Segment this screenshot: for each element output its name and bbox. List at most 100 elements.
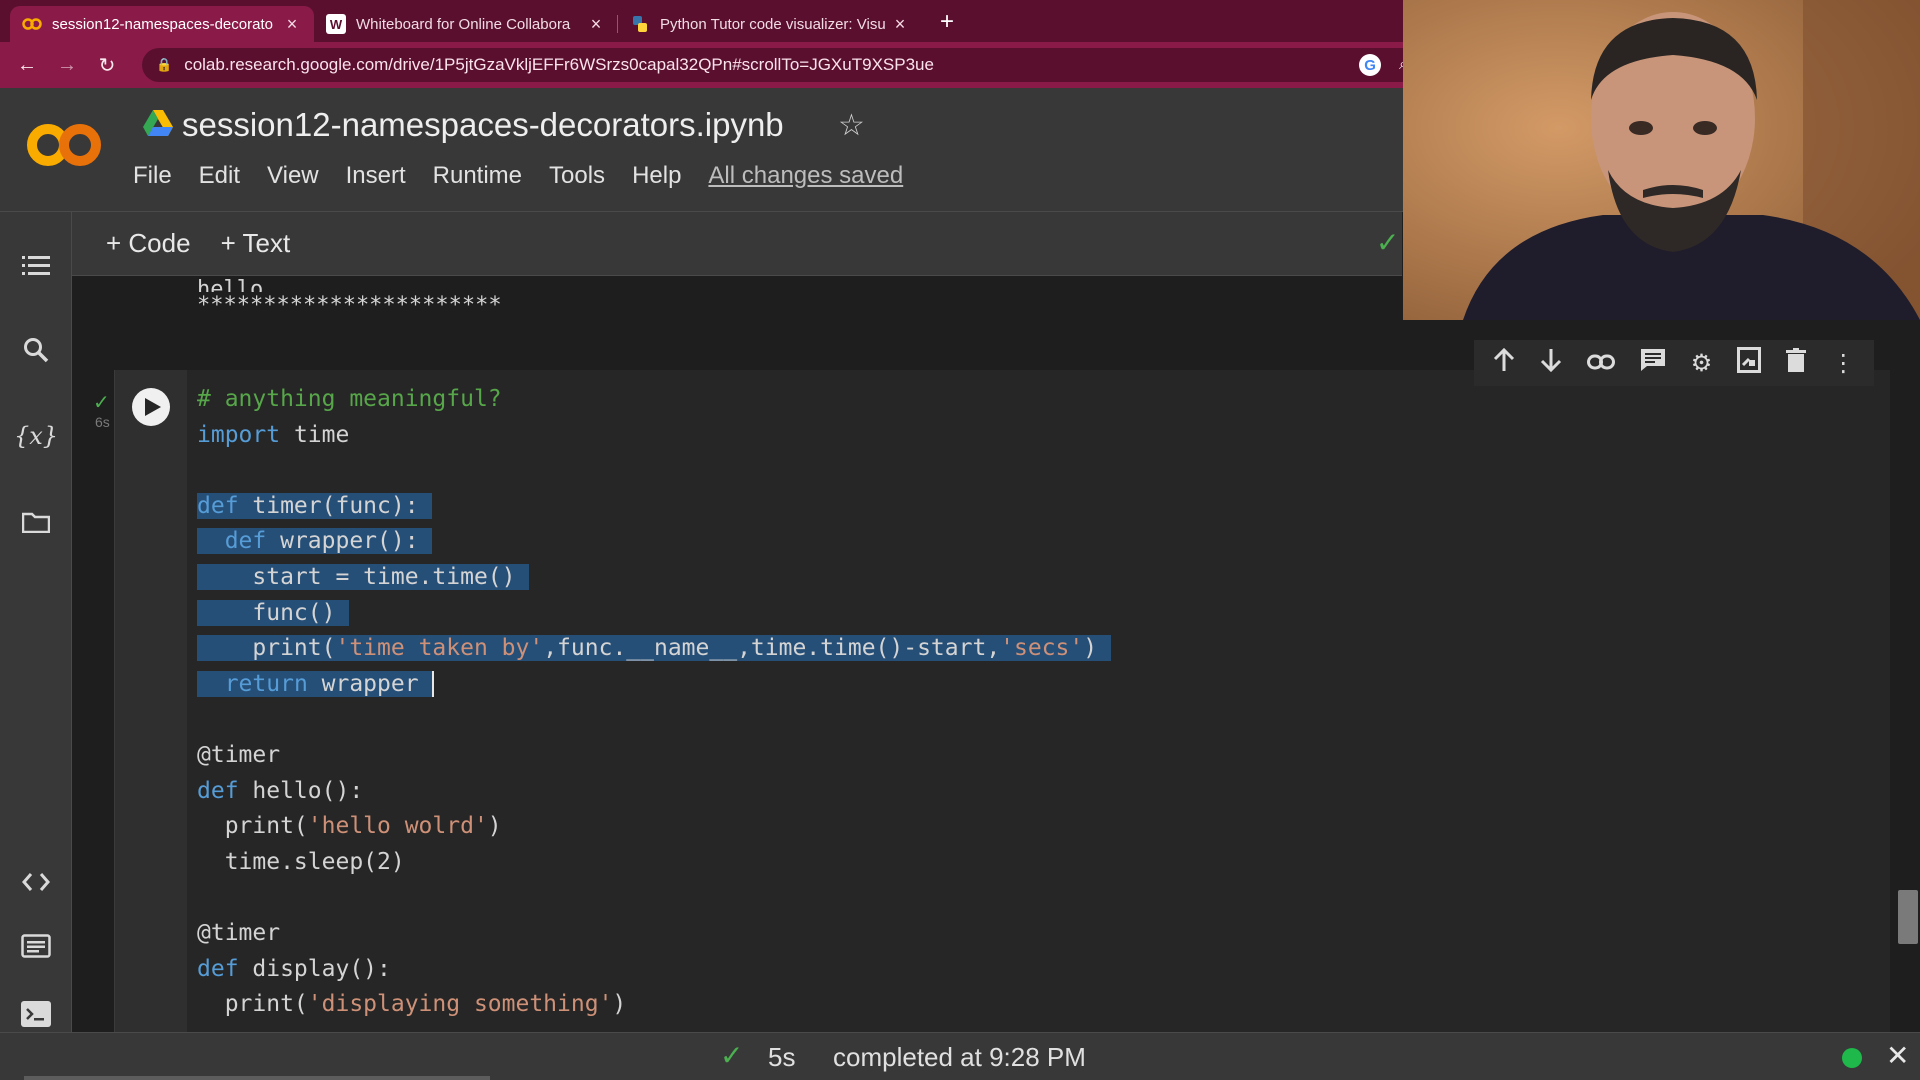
table-of-contents-icon[interactable]: [16, 246, 56, 286]
colab-icon: [22, 14, 42, 34]
code-line[interactable]: return wrapper: [197, 667, 1111, 703]
code-token: wrapper: [307, 670, 419, 697]
previous-cell-output: hello ***********************: [197, 276, 502, 320]
menu-runtime[interactable]: Runtime: [433, 162, 522, 190]
mirror-cell-icon[interactable]: [1737, 346, 1762, 380]
colab-logo[interactable]: [26, 120, 102, 170]
code-token: ,func.__name__,time.time()-start,: [543, 635, 1001, 662]
code-token: ): [1083, 635, 1098, 662]
code-line[interactable]: print('time taken by',func.__name__,time…: [197, 631, 1111, 667]
google-drive-icon[interactable]: [143, 110, 173, 136]
tab-title: Whiteboard for Online Collabora: [356, 15, 571, 33]
comment-icon[interactable]: [1640, 348, 1666, 379]
code-line[interactable]: time.sleep(2): [197, 845, 1111, 881]
code-line[interactable]: def wrapper():: [197, 524, 1111, 560]
reload-icon[interactable]: ↻: [90, 48, 124, 82]
search-icon[interactable]: [16, 330, 56, 370]
forward-arrow-icon[interactable]: →: [50, 48, 84, 82]
close-tab-icon[interactable]: ×: [890, 14, 910, 35]
more-icon[interactable]: ⋮: [1831, 349, 1855, 378]
code-line[interactable]: [197, 702, 1111, 738]
star-icon[interactable]: ☆: [838, 108, 865, 143]
menu-help[interactable]: Help: [632, 162, 681, 190]
output-line: hello: [197, 277, 264, 292]
code-token: 'time taken by': [335, 635, 544, 662]
google-icon[interactable]: G: [1359, 54, 1382, 76]
code-line[interactable]: @timer: [197, 738, 1111, 774]
link-icon[interactable]: [1586, 349, 1615, 377]
menu-edit[interactable]: Edit: [199, 162, 240, 190]
code-token: 'secs': [1000, 635, 1084, 662]
code-line[interactable]: func(): [197, 596, 1111, 632]
menu-tools[interactable]: Tools: [549, 162, 605, 190]
folder-icon[interactable]: [16, 502, 56, 542]
notebook-title[interactable]: session12-namespaces-decorators.ipynb: [182, 106, 784, 144]
code-token: @timer: [197, 919, 281, 946]
command-palette-icon[interactable]: [16, 926, 56, 966]
scrollbar-thumb[interactable]: [1898, 890, 1918, 944]
tab-title: session12-namespaces-decorato: [52, 15, 273, 33]
webcam-overlay: [1403, 0, 1920, 320]
close-tab-icon[interactable]: ×: [586, 14, 606, 35]
code-line[interactable]: def hello():: [197, 774, 1111, 810]
code-line[interactable]: start = time.time(): [197, 560, 1111, 596]
code-token: func(): [197, 599, 336, 626]
move-down-icon[interactable]: [1540, 348, 1562, 379]
menu-view[interactable]: View: [267, 162, 319, 190]
code-line[interactable]: # anything meaningful?: [197, 382, 1111, 418]
add-text-button[interactable]: + Text: [221, 228, 291, 259]
terminal-icon[interactable]: [16, 994, 56, 1034]
code-line[interactable]: [197, 880, 1111, 916]
code-token: display():: [238, 955, 391, 982]
menu-insert[interactable]: Insert: [346, 162, 406, 190]
code-token: return: [224, 670, 308, 697]
code-cell[interactable]: ✓ 6s # anything meaningful? import time de…: [93, 370, 1890, 1032]
tab-title: Python Tutor code visualizer: Visu: [660, 15, 886, 33]
settings-icon[interactable]: ⚙: [1691, 349, 1713, 378]
browser-tab-colab[interactable]: session12-namespaces-decorato ×: [10, 6, 314, 42]
python-icon: [630, 14, 650, 34]
code-token: # anything meaningful?: [197, 386, 502, 412]
menu-file[interactable]: File: [133, 162, 172, 190]
code-line[interactable]: @timer: [197, 916, 1111, 952]
code-token: ): [612, 991, 627, 1018]
output-line: ***********************: [197, 293, 502, 318]
new-tab-button[interactable]: +: [932, 8, 962, 36]
code-line[interactable]: print('displaying something'): [197, 987, 1111, 1023]
back-arrow-icon[interactable]: ←: [10, 48, 44, 82]
code-line[interactable]: def timer(func):: [197, 489, 1111, 525]
url-text: colab.research.google.com/drive/1P5jtGza…: [184, 55, 934, 74]
code-token: print(: [197, 813, 308, 840]
code-token: def: [197, 492, 239, 519]
delete-icon[interactable]: [1786, 347, 1807, 379]
code-line[interactable]: [197, 453, 1111, 489]
execution-success-icon: ✓: [93, 392, 110, 414]
code-token: def: [197, 955, 239, 982]
variables-icon[interactable]: {x}: [14, 416, 58, 456]
close-tab-icon[interactable]: ×: [282, 14, 302, 35]
code-token: wrapper():: [266, 528, 419, 555]
browser-tab-pythontutor[interactable]: Python Tutor code visualizer: Visu ×: [618, 6, 922, 42]
browser-tab-whiteboard[interactable]: W Whiteboard for Online Collabora ×: [314, 6, 618, 42]
lock-icon: 🔒: [156, 57, 173, 72]
code-snippets-icon[interactable]: [16, 862, 56, 902]
runtime-status-dot[interactable]: [1842, 1048, 1862, 1068]
code-editor[interactable]: # anything meaningful? import time def tim…: [197, 382, 1111, 1023]
code-line[interactable]: import time: [197, 418, 1111, 454]
code-line[interactable]: def display():: [197, 952, 1111, 988]
left-sidebar: {x}: [0, 212, 72, 1032]
code-token: import: [197, 421, 281, 448]
connected-check-icon[interactable]: ✓: [1376, 226, 1399, 259]
add-code-button[interactable]: + Code: [106, 228, 191, 259]
run-cell-button[interactable]: [132, 388, 170, 426]
play-icon: [145, 398, 161, 416]
move-up-icon[interactable]: [1493, 347, 1515, 379]
close-icon[interactable]: ✕: [1886, 1039, 1909, 1072]
address-bar[interactable]: 🔒 colab.research.google.com/drive/1P5jtG…: [142, 48, 1422, 82]
save-status[interactable]: All changes saved: [708, 162, 903, 190]
whiteboard-icon: W: [326, 14, 346, 34]
code-line[interactable]: print('hello wolrd'): [197, 809, 1111, 845]
presenter-video: [1403, 0, 1920, 320]
status-bar: ✓ 5s completed at 9:28 PM ✕: [0, 1032, 1920, 1080]
